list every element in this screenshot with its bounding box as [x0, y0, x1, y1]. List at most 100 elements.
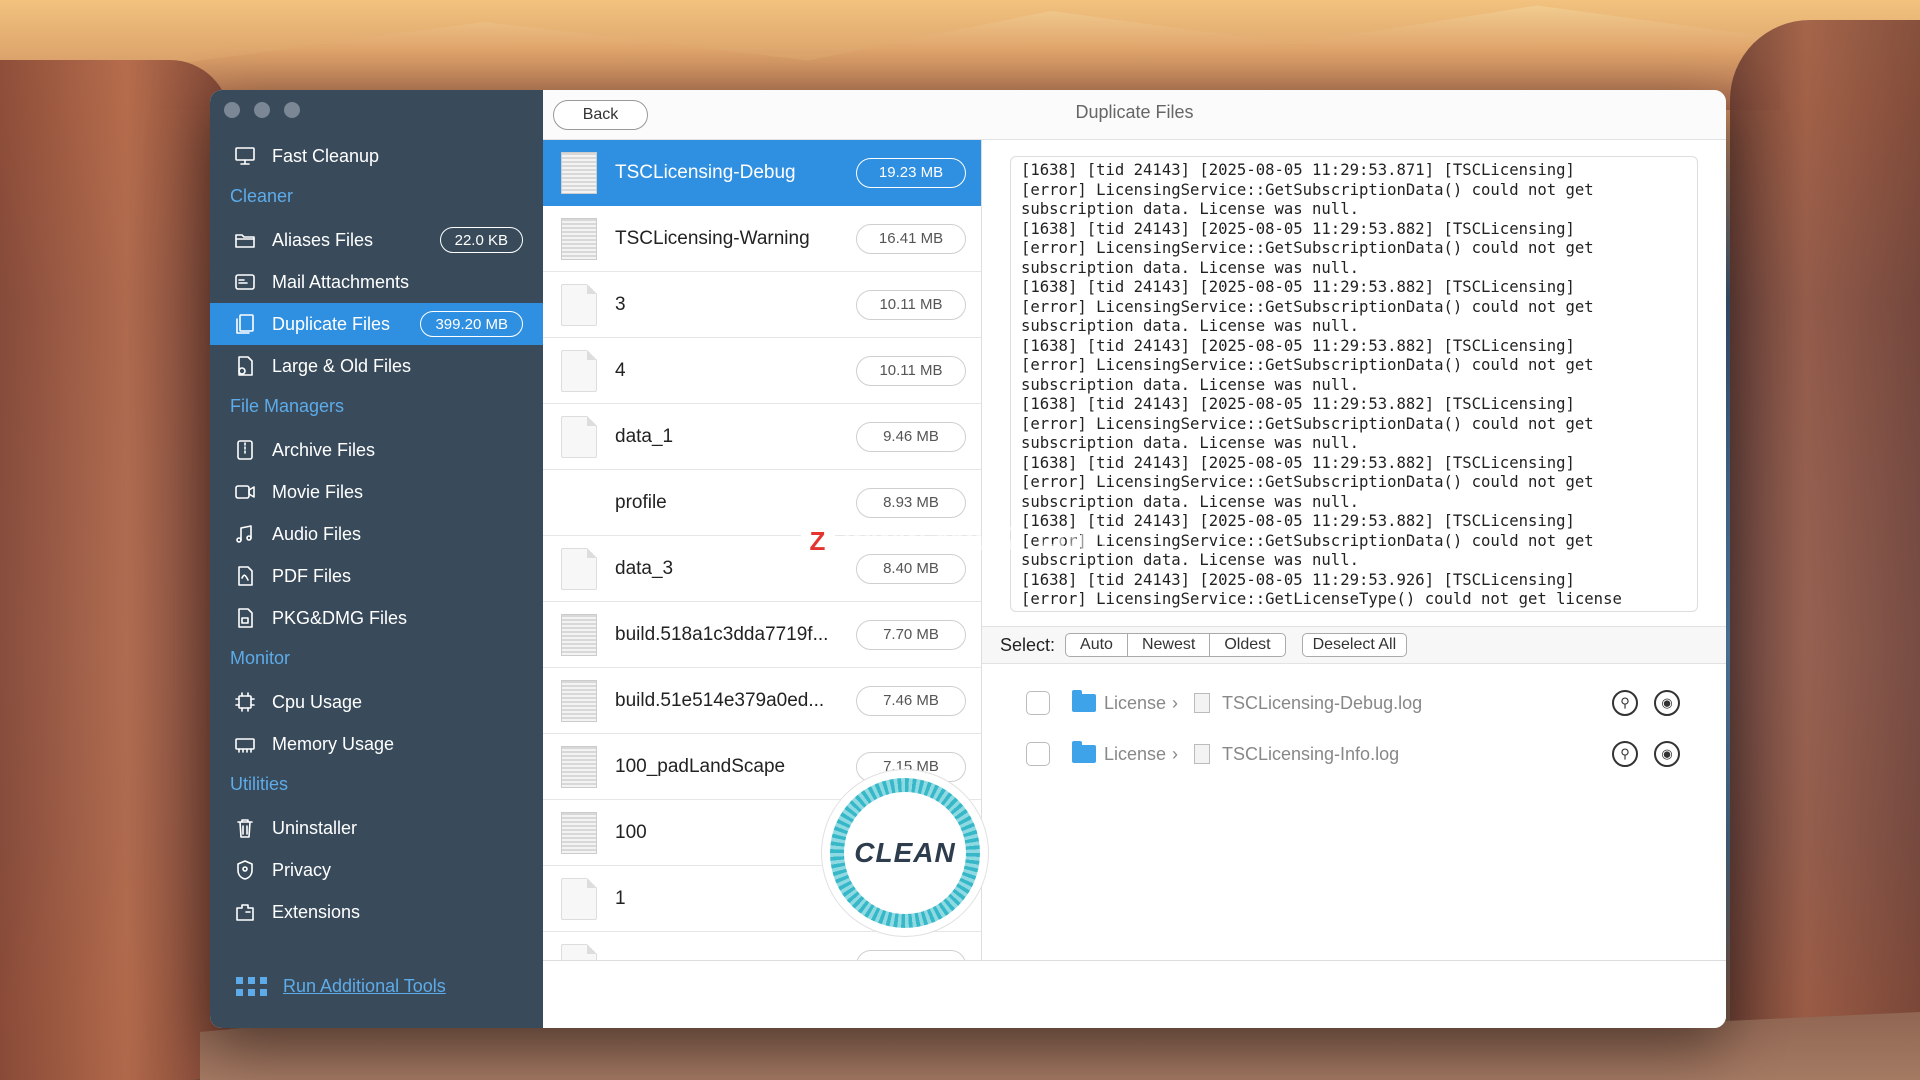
document-icon — [561, 415, 597, 458]
select-label: Select: — [1000, 634, 1056, 655]
section-utilities: Utilities — [230, 774, 289, 794]
sidebar-item-label: Movie Files — [272, 481, 364, 502]
sidebar-item-large-old-files[interactable]: Large & Old Files — [210, 345, 543, 387]
reveal-in-finder-icon[interactable]: ⚲ — [1612, 690, 1638, 716]
log-line: [error] LicensingService::GetSubscriptio… — [1021, 356, 1594, 374]
sidebar-item-label: Archive Files — [272, 439, 376, 460]
minimize-window-button[interactable] — [254, 102, 270, 118]
package-icon — [232, 605, 258, 631]
select-newest-button[interactable]: Newest — [1128, 634, 1211, 656]
sidebar-item-pdf-files[interactable]: PDF Files — [210, 555, 543, 597]
run-additional-tools[interactable]: Run Additional Tools — [236, 976, 446, 997]
sidebar-item-label: Mail Attachments — [272, 271, 410, 292]
text-file-thumbnail-icon — [561, 679, 597, 722]
sidebar-item-movie-files[interactable]: Movie Files — [210, 471, 543, 513]
file-row[interactable]: 4 10.11 MB — [543, 338, 981, 404]
file-row[interactable] — [543, 932, 981, 960]
section-cleaner: Cleaner — [230, 186, 294, 206]
file-name: TSCLicensing-Debug.log — [1222, 692, 1423, 713]
file-row[interactable]: TSCLicensing-Debug 19.23 MB — [543, 140, 981, 206]
select-auto-button[interactable]: Auto — [1066, 634, 1128, 656]
window-controls — [224, 102, 300, 118]
file-name: profile — [615, 491, 667, 513]
select-checkbox[interactable] — [1026, 742, 1050, 766]
file-row[interactable]: data_1 9.46 MB — [543, 404, 981, 470]
sidebar: Fast Cleanup Cleaner Aliases Files 22.0 KB M… — [210, 90, 543, 1028]
sidebar-item-uninstaller[interactable]: Uninstaller — [210, 807, 543, 849]
page-title: Duplicate Files — [1075, 102, 1194, 122]
desktop-cliff-right — [1730, 20, 1920, 1080]
watermark-logo-icon: Z — [800, 523, 836, 559]
archive-icon — [232, 437, 258, 463]
file-preview[interactable]: [1638] [tid 24143] [2025-08-05 11:29:53.… — [1010, 156, 1698, 612]
file-row[interactable]: build.518a1c3dda7719f... 7.70 MB — [543, 602, 981, 668]
sidebar-item-label: Extensions — [272, 901, 361, 922]
sidebar-item-label: PDF Files — [272, 565, 352, 586]
cpu-icon — [232, 689, 258, 715]
preview-eye-icon[interactable]: ◉ — [1654, 690, 1680, 716]
sidebar-item-privacy[interactable]: Privacy — [210, 849, 543, 891]
watermark: Zwww.MacZ.com — [800, 520, 1110, 559]
run-additional-tools-link[interactable]: Run Additional Tools — [283, 976, 446, 997]
preview-eye-icon[interactable]: ◉ — [1654, 741, 1680, 767]
file-size-badge: 9.46 MB — [856, 421, 966, 452]
select-oldest-button[interactable]: Oldest — [1210, 634, 1284, 656]
log-line: [error] LicensingService::GetSubscriptio… — [1021, 297, 1594, 316]
sidebar-item-label: Cpu Usage — [272, 691, 363, 712]
file-name: build.51e514e379a0ed... — [615, 689, 825, 711]
section-file-managers: File Managers — [230, 396, 345, 416]
sidebar-item-pkg-dmg-files[interactable]: PKG&DMG Files — [210, 597, 543, 639]
file-name: 3 — [615, 293, 626, 315]
log-line: [error] LicensingService::GetSubscriptio… — [1021, 180, 1594, 199]
sidebar-item-archive-files[interactable]: Archive Files — [210, 429, 543, 471]
reveal-in-finder-icon[interactable]: ⚲ — [1612, 741, 1638, 767]
apps-grid-icon — [236, 977, 267, 996]
sidebar-item-audio-files[interactable]: Audio Files — [210, 513, 543, 555]
file-size-badge: 16.41 MB — [856, 223, 966, 254]
duplicate-icon — [232, 311, 258, 337]
select-checkbox[interactable] — [1026, 691, 1050, 715]
folder-name: License — [1104, 692, 1167, 713]
text-file-thumbnail-icon — [561, 811, 597, 854]
close-window-button[interactable] — [224, 102, 240, 118]
sidebar-item-duplicate-files[interactable]: Duplicate Files 399.20 MB — [210, 303, 543, 345]
duplicate-location-row: License › TSCLicensing-Debug.log ⚲ ◉ — [982, 678, 1726, 728]
zoom-window-button[interactable] — [284, 102, 300, 118]
trash-icon — [232, 815, 258, 841]
folder-name: License — [1104, 743, 1167, 764]
file-size-badge — [856, 949, 966, 960]
chevron-right-icon: › — [1172, 743, 1178, 764]
sidebar-item-extensions[interactable]: Extensions — [210, 891, 543, 933]
log-line: subscription data. License was null. — [1021, 434, 1359, 452]
sidebar-item-mail-attachments[interactable]: Mail Attachments — [210, 261, 543, 303]
log-line: [1638] [tid 24143] [2025-08-05 11:29:53.… — [1021, 278, 1575, 296]
log-line: [1638] [tid 24143] [2025-08-05 11:29:53.… — [1021, 395, 1575, 413]
clean-button[interactable]: CLEAN — [822, 770, 988, 936]
file-row[interactable]: build.51e514e379a0ed... 7.46 MB — [543, 668, 981, 734]
file-row[interactable]: 3 10.11 MB — [543, 272, 981, 338]
desktop-cliff-left — [0, 60, 230, 1080]
log-line: [1638] [tid 24143] [2025-08-05 11:29:53.… — [1021, 512, 1575, 530]
text-file-thumbnail-icon — [561, 217, 597, 260]
sidebar-item-memory-usage[interactable]: Memory Usage — [210, 723, 543, 765]
sidebar-item-fast-cleanup[interactable]: Fast Cleanup — [210, 135, 543, 177]
log-line: [1638] [tid 24143] [2025-08-05 11:29:53.… — [1021, 453, 1575, 472]
file-row[interactable]: TSCLicensing-Warning 16.41 MB — [543, 206, 981, 272]
deselect-all-button[interactable]: Deselect All — [1301, 633, 1408, 657]
log-line: [1638] [tid 24143] [2025-08-05 11:29:53.… — [1021, 219, 1575, 238]
file-size-badge: 8.93 MB — [856, 487, 966, 518]
log-line: subscription data. License was null. — [1021, 492, 1359, 511]
file-size-badge: 10.11 MB — [856, 355, 966, 386]
chevron-right-icon: › — [1172, 692, 1178, 713]
detail-pane: [1638] [tid 24143] [2025-08-05 11:29:53.… — [982, 140, 1726, 1028]
log-line: [error] LicensingService::GetSubscriptio… — [1021, 414, 1594, 433]
log-line: subscription data. License was null. — [1021, 375, 1359, 394]
sidebar-item-cpu-usage[interactable]: Cpu Usage — [210, 681, 543, 723]
folder-icon — [1072, 741, 1096, 763]
sidebar-item-label: Uninstaller — [272, 817, 358, 838]
back-button[interactable]: Back — [553, 100, 648, 130]
memory-icon — [232, 731, 258, 757]
log-line: [error] LicensingService::GetSubscriptio… — [1021, 531, 1594, 550]
sidebar-item-aliases-files[interactable]: Aliases Files 22.0 KB — [210, 219, 543, 261]
file-size-badge: 7.70 MB — [856, 619, 966, 650]
